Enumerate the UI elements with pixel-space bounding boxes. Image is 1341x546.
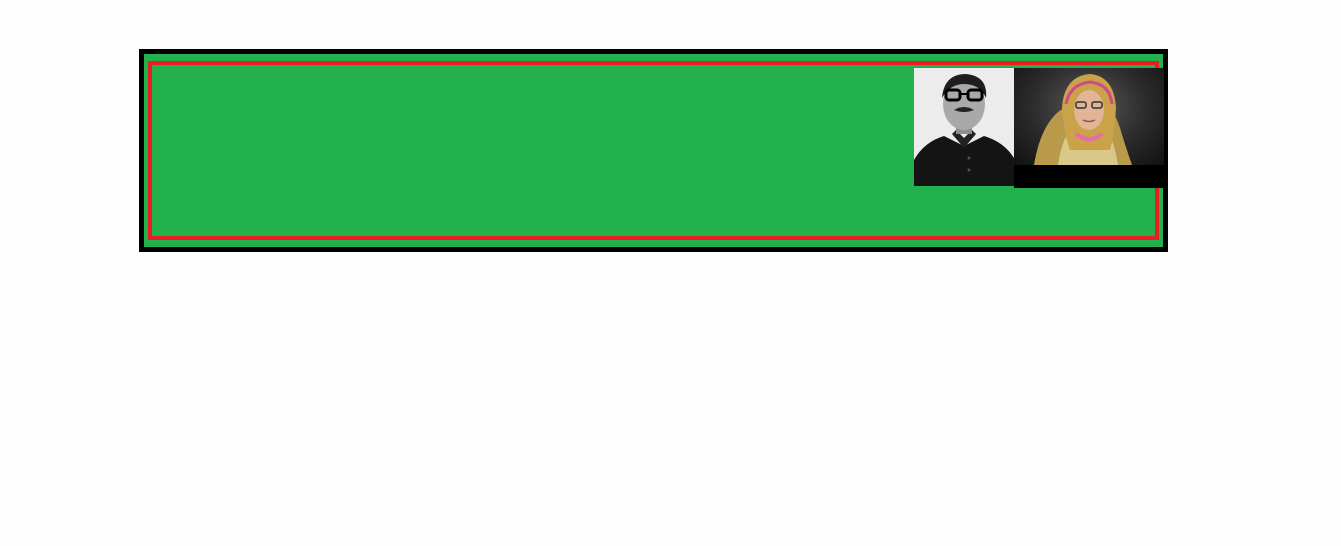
banner-green-band <box>144 54 1164 247</box>
portrait-man-image <box>914 68 1014 186</box>
header-banner <box>139 49 1168 252</box>
banner-red-frame <box>148 61 1164 240</box>
portrait-photo-man <box>914 68 1014 186</box>
portrait-woman-image <box>1034 74 1132 165</box>
portrait-photo-woman <box>1014 68 1164 188</box>
